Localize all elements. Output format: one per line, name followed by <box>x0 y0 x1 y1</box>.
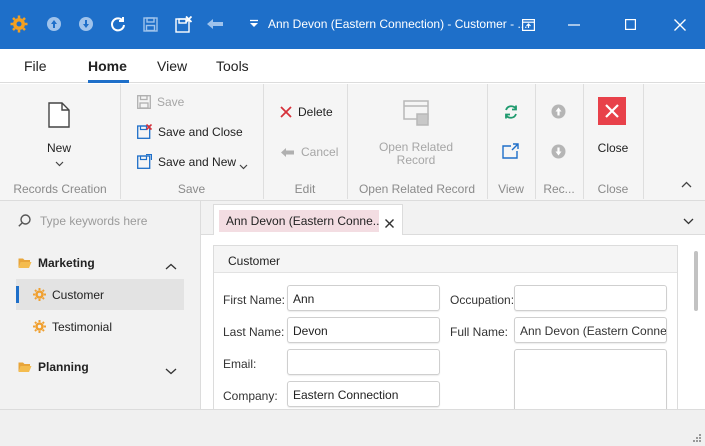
save-close-icon[interactable] <box>172 12 194 36</box>
document-tab-label: Ann Devon (Eastern Conne... <box>219 210 379 232</box>
nav-item-label: Customer <box>52 287 105 302</box>
undo-icon <box>281 147 294 157</box>
refresh-icon[interactable] <box>503 104 519 123</box>
nav-group-planning[interactable]: Planning <box>18 360 89 374</box>
status-bar <box>0 409 705 446</box>
email-field[interactable] <box>287 349 440 375</box>
group-label-close: Close <box>597 182 629 196</box>
active-tab-indicator <box>88 80 129 83</box>
folder-open-icon <box>18 258 32 268</box>
nav-group-label: Marketing <box>38 256 95 270</box>
save-icon <box>137 95 151 109</box>
nav-group-label: Planning <box>38 360 89 374</box>
dropdown-icon[interactable] <box>243 12 265 36</box>
previous-record-icon[interactable] <box>551 104 566 122</box>
close-icon[interactable] <box>598 97 626 125</box>
undo-icon[interactable] <box>204 12 226 36</box>
save-close-icon <box>137 124 152 139</box>
group-separator <box>643 84 644 199</box>
open-related-record-icon[interactable] <box>403 100 429 129</box>
group-label-records: Rec... <box>543 182 575 196</box>
nav-group-marketing[interactable]: Marketing <box>18 256 95 270</box>
tab-tools[interactable]: Tools <box>216 58 249 74</box>
last-name-field[interactable]: Devon <box>287 317 440 343</box>
email-label: Email: <box>223 357 257 371</box>
delete-label: Delete <box>298 105 333 119</box>
occupation-field[interactable] <box>514 285 667 311</box>
restore-layout-icon[interactable] <box>505 0 551 49</box>
group-label-edit: Edit <box>294 182 316 196</box>
gear-icon <box>33 288 46 301</box>
close-button[interactable]: Close <box>583 141 643 155</box>
first-name-field[interactable]: Ann <box>287 285 440 311</box>
save-label: Save <box>157 95 185 109</box>
next-record-icon[interactable] <box>551 144 566 162</box>
tab-file[interactable]: File <box>24 58 47 74</box>
chevron-down-icon[interactable] <box>55 156 64 170</box>
form-section-title: Customer <box>214 246 677 273</box>
delete-button[interactable]: Delete <box>280 105 333 119</box>
maximize-icon[interactable] <box>607 0 653 49</box>
customer-form: Customer First Name: Ann Last Name: Devo… <box>213 245 678 419</box>
company-field[interactable]: Eastern Connection <box>287 381 440 407</box>
app-gear-icon[interactable] <box>8 12 30 36</box>
selection-indicator <box>16 286 19 303</box>
tab-home[interactable]: Home <box>88 58 127 74</box>
nav-item-label: Testimonial <box>52 319 113 334</box>
delete-icon <box>280 106 292 118</box>
new-document-icon[interactable] <box>48 102 70 131</box>
refresh-icon[interactable] <box>107 12 129 36</box>
arrow-up-circle-icon[interactable] <box>43 12 65 36</box>
save-icon[interactable] <box>139 12 161 36</box>
vertical-scrollbar[interactable] <box>694 251 698 311</box>
new-button[interactable]: New <box>30 141 88 155</box>
group-label-records-creation: Records Creation <box>13 182 107 196</box>
group-label-view: View <box>498 182 524 196</box>
cancel-label: Cancel <box>301 145 339 159</box>
nav-item-testimonial[interactable]: Testimonial <box>16 311 184 342</box>
minimize-icon[interactable] <box>551 0 597 49</box>
document-area: Ann Devon (Eastern Conne... Customer Fir… <box>200 201 705 419</box>
ribbon: New Records Creation Save Save and Close… <box>0 84 705 201</box>
tabs-dropdown-icon[interactable] <box>683 214 694 228</box>
chevron-down-icon[interactable] <box>165 364 177 378</box>
document-tabs: Ann Devon (Eastern Conne... <box>201 201 705 235</box>
document-tab[interactable]: Ann Devon (Eastern Conne... <box>213 204 403 235</box>
open-related-record-button[interactable]: Open Related Record <box>376 141 456 167</box>
save-and-close-label: Save and Close <box>158 124 243 139</box>
resize-grip-icon[interactable] <box>692 432 702 446</box>
search-input[interactable] <box>40 214 190 228</box>
folder-open-icon <box>18 362 32 372</box>
window-title: Ann Devon (Eastern Connection) - Custome… <box>268 17 528 31</box>
company-label: Company: <box>223 389 278 403</box>
full-name-field[interactable]: Ann Devon (Eastern Connection) <box>514 317 667 343</box>
group-label-save: Save <box>177 182 206 196</box>
save-and-new-label: Save and New <box>158 154 237 169</box>
save-button[interactable]: Save <box>137 95 184 109</box>
full-name-label: Full Name: <box>450 325 509 339</box>
ribbon-tabs: File Home View Tools <box>0 49 705 83</box>
cancel-button[interactable]: Cancel <box>280 145 338 159</box>
chevron-up-icon[interactable] <box>165 259 177 273</box>
group-label-open-related-record: Open Related Record <box>358 182 476 196</box>
first-name-label: First Name: <box>223 293 286 307</box>
save-new-icon <box>137 154 152 169</box>
close-tab-icon[interactable] <box>385 217 394 231</box>
move-to-panel-icon[interactable] <box>502 143 519 162</box>
occupation-label: Occupation: <box>450 293 515 307</box>
gear-icon <box>33 320 46 333</box>
last-name-label: Last Name: <box>223 325 285 339</box>
collapse-ribbon-icon[interactable] <box>681 177 692 191</box>
chevron-down-icon[interactable] <box>239 159 248 173</box>
navigation-pane: Marketing Customer Testimonial Planning <box>0 201 200 409</box>
tab-view[interactable]: View <box>157 58 187 74</box>
close-icon[interactable] <box>657 0 703 49</box>
search-icon <box>18 214 31 230</box>
title-bar: Ann Devon (Eastern Connection) - Custome… <box>0 0 705 49</box>
arrow-down-circle-icon[interactable] <box>75 12 97 36</box>
save-and-close-button[interactable]: Save and Close <box>137 124 243 139</box>
save-and-new-button[interactable]: Save and New <box>137 154 236 169</box>
nav-item-customer[interactable]: Customer <box>16 279 184 310</box>
